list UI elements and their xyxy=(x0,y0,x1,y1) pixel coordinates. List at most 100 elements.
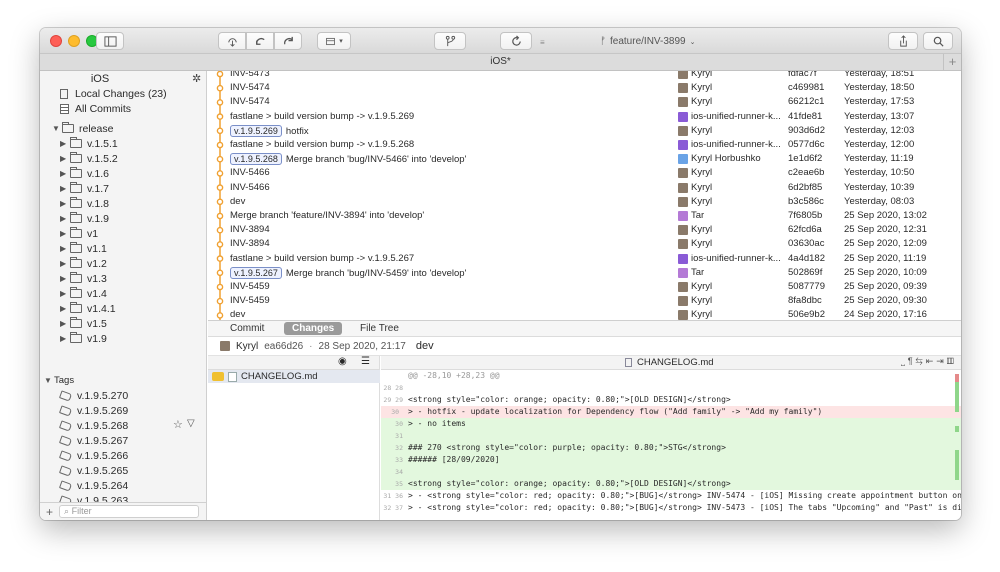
stash-button[interactable]: ▾ xyxy=(317,32,351,50)
tag-icon xyxy=(58,464,73,477)
commit-info-bar: Kyryl ea66d26 · 28 Sep 2020, 21:17 dev xyxy=(208,337,961,356)
diff-options-icons[interactable]: ⎵¶⇆⇤⇥▥ xyxy=(901,356,957,367)
commit-row[interactable]: v.1.9.5.269 hotfix Kyryl 903d6d2 Yesterday, … xyxy=(208,124,961,138)
commit-author: Kyryl xyxy=(236,340,259,352)
sidebar-item-branch[interactable]: ▶ v.1.8 xyxy=(60,196,109,211)
filter-funnel-icon[interactable]: ▽ xyxy=(187,418,195,429)
pull-button[interactable] xyxy=(246,32,274,50)
commit-row[interactable]: dev Kyryl b3c586c Yesterday, 08:03 xyxy=(208,195,961,209)
commit-message: INV-5459 xyxy=(230,280,270,294)
eye-icon[interactable]: ◉ xyxy=(338,356,347,367)
commit-hash: 903d6d2 xyxy=(788,124,825,136)
branch-selector[interactable]: ᚠ feature/INV-3899 ⌄ xyxy=(600,36,695,47)
commit-message: INV-5466 xyxy=(230,166,270,180)
sidebar-item-branch[interactable]: ▶ v.1.6 xyxy=(60,166,109,181)
add-icon[interactable]: + xyxy=(46,505,53,519)
commit-row[interactable]: INV-5466 Kyryl 6d2bf85 Yesterday, 10:39 xyxy=(208,181,961,195)
sidebar-item-tag[interactable]: v.1.9.5.264 xyxy=(58,478,128,493)
sidebar-toggle-button[interactable] xyxy=(96,32,124,50)
gear-icon[interactable]: ✲ xyxy=(192,72,201,85)
sidebar-item-branch[interactable]: ▶ v.1.7 xyxy=(60,181,109,196)
sidebar-item-branch[interactable]: ▶ v1.5 xyxy=(60,316,107,331)
commit-row[interactable]: INV-5474 Kyryl 66212c1 Yesterday, 17:53 xyxy=(208,95,961,109)
push-button[interactable] xyxy=(274,32,302,50)
commit-row[interactable]: Merge branch 'feature/INV-3894' into 'de… xyxy=(208,209,961,223)
diff-minimap[interactable] xyxy=(955,370,959,520)
commit-row[interactable]: INV-5459 Kyryl 8fa8dbc 25 Sep 2020, 09:30 xyxy=(208,294,961,308)
sidebar-group-tags[interactable]: ▼ Tags xyxy=(44,373,74,388)
commit-message-text: INV-5474 xyxy=(230,96,270,108)
folder-icon xyxy=(62,122,74,133)
new-tab-button[interactable]: + xyxy=(943,54,961,70)
tag-icon xyxy=(58,479,73,492)
minimize-window-button[interactable] xyxy=(68,35,80,47)
commit-row[interactable]: INV-5473 Kyryl fdfac7f Yesterday, 18:51 xyxy=(208,71,961,81)
tag-label: v.1.9.5.265 xyxy=(77,464,129,477)
commit-hash: 1e1d6f2 xyxy=(788,153,823,165)
commit-author: Tar xyxy=(678,266,704,280)
commit-row[interactable]: fastlane > build version bump -> v.1.9.5… xyxy=(208,138,961,152)
sidebar-item-tag[interactable]: v.1.9.5.268 xyxy=(58,418,129,433)
chevron-down-icon: ▾ xyxy=(339,38,343,45)
sidebar-item-branch[interactable]: ▶ v.1.9 xyxy=(60,211,109,226)
star-icon[interactable]: ☆ xyxy=(173,418,183,431)
sidebar-item-tag[interactable]: v.1.9.5.266 xyxy=(58,448,128,463)
tab-commit[interactable]: Commit xyxy=(222,322,272,335)
branch-label: v1.9 xyxy=(87,332,107,345)
sidebar-item-branch[interactable]: ▶ v.1.5.1 xyxy=(60,136,118,151)
sidebar-item-branch[interactable]: ▶ v1 xyxy=(60,226,98,241)
sidebar-item-local-changes[interactable]: Local Changes (23) xyxy=(60,86,167,101)
commit-row[interactable]: INV-5466 Kyryl c2eae6b Yesterday, 10:50 xyxy=(208,166,961,180)
sidebar-item-branch[interactable]: ▶ v1.1 xyxy=(60,241,107,256)
commits-icon xyxy=(60,103,69,114)
share-button[interactable] xyxy=(888,32,918,50)
tab-changes[interactable]: Changes xyxy=(284,322,343,335)
pull-icon xyxy=(255,37,265,45)
author-name: ios-unified-runner-k... xyxy=(691,252,781,264)
close-window-button[interactable] xyxy=(50,35,62,47)
tab-file-tree[interactable]: File Tree xyxy=(352,322,407,335)
sidebar-item-tag[interactable]: v.1.9.5.270 xyxy=(58,388,128,403)
sidebar-group-label: release xyxy=(79,122,114,135)
commit-row[interactable]: INV-3894 Kyryl 03630ac 25 Sep 2020, 12:09 xyxy=(208,237,961,251)
refresh-button[interactable] xyxy=(500,32,532,50)
commit-message-text: Merge branch 'feature/INV-3894' into 'de… xyxy=(230,210,425,221)
commit-hash[interactable]: ea66d26 xyxy=(264,341,303,352)
changed-file-row[interactable]: CHANGELOG.md xyxy=(208,370,380,383)
commit-row[interactable]: v.1.9.5.267 Merge branch 'bug/INV-5459' i… xyxy=(208,266,961,280)
sidebar-item-branch[interactable]: ▶ v1.4.1 xyxy=(60,301,116,316)
commit-row[interactable]: INV-3894 Kyryl 62fcd6a 25 Sep 2020, 12:31 xyxy=(208,223,961,237)
tag-icon xyxy=(58,419,73,432)
commit-row[interactable]: INV-5459 Kyryl 5087779 25 Sep 2020, 09:39 xyxy=(208,280,961,294)
tag-label: v.1.9.5.268 xyxy=(77,419,129,432)
sidebar-item-tag[interactable]: v.1.9.5.269 xyxy=(58,403,128,418)
sidebar-item-branch[interactable]: ▶ v1.9 xyxy=(60,331,107,346)
commit-detail-panel: Commit Changes File Tree Kyryl ea66d26 ·… xyxy=(208,320,961,520)
search-button[interactable] xyxy=(923,32,953,50)
tab-ios[interactable]: iOS* xyxy=(490,56,511,67)
tag-icon xyxy=(58,434,73,447)
sidebar-item-all-commits[interactable]: All Commits xyxy=(60,101,131,116)
sidebar-item-branch[interactable]: ▶ v.1.5.2 xyxy=(60,151,118,166)
branch-label: v1.4 xyxy=(87,287,107,300)
branch-button[interactable] xyxy=(434,32,466,50)
sidebar-group-release[interactable]: ▼ release xyxy=(52,121,113,136)
commit-row[interactable]: fastlane > build version bump -> v.1.9.5… xyxy=(208,110,961,124)
filter-input[interactable]: ⌕ Filter xyxy=(59,505,200,518)
commit-row[interactable]: dev Kyryl 506e9b2 24 Sep 2020, 17:16 xyxy=(208,308,961,320)
sidebar-item-branch[interactable]: ▶ v1.2 xyxy=(60,256,107,271)
commit-row[interactable]: INV-5474 Kyryl c469981 Yesterday, 18:50 xyxy=(208,81,961,95)
folder-icon xyxy=(70,317,82,328)
diff-view[interactable]: @@ -28,10 +28,23 @@ 28 28 29 29 <strong sty… xyxy=(381,370,961,520)
sidebar-item-branch[interactable]: ▶ v1.4 xyxy=(60,286,107,301)
sidebar-item-tag[interactable]: v.1.9.5.267 xyxy=(58,433,128,448)
branch-label: v1.3 xyxy=(87,272,107,285)
commit-date: 25 Sep 2020, 12:31 xyxy=(844,224,927,236)
sidebar-item-tag[interactable]: v.1.9.5.265 xyxy=(58,463,129,478)
sidebar-item-branch[interactable]: ▶ v1.3 xyxy=(60,271,107,286)
commit-row[interactable]: v.1.9.5.268 Merge branch 'bug/INV-5466' i… xyxy=(208,152,961,166)
list-view-icon[interactable]: ☰ xyxy=(361,356,370,367)
commit-row[interactable]: fastlane > build version bump -> v.1.9.5… xyxy=(208,252,961,266)
line-numbers: 31 xyxy=(395,432,403,440)
fetch-button[interactable] xyxy=(218,32,246,50)
